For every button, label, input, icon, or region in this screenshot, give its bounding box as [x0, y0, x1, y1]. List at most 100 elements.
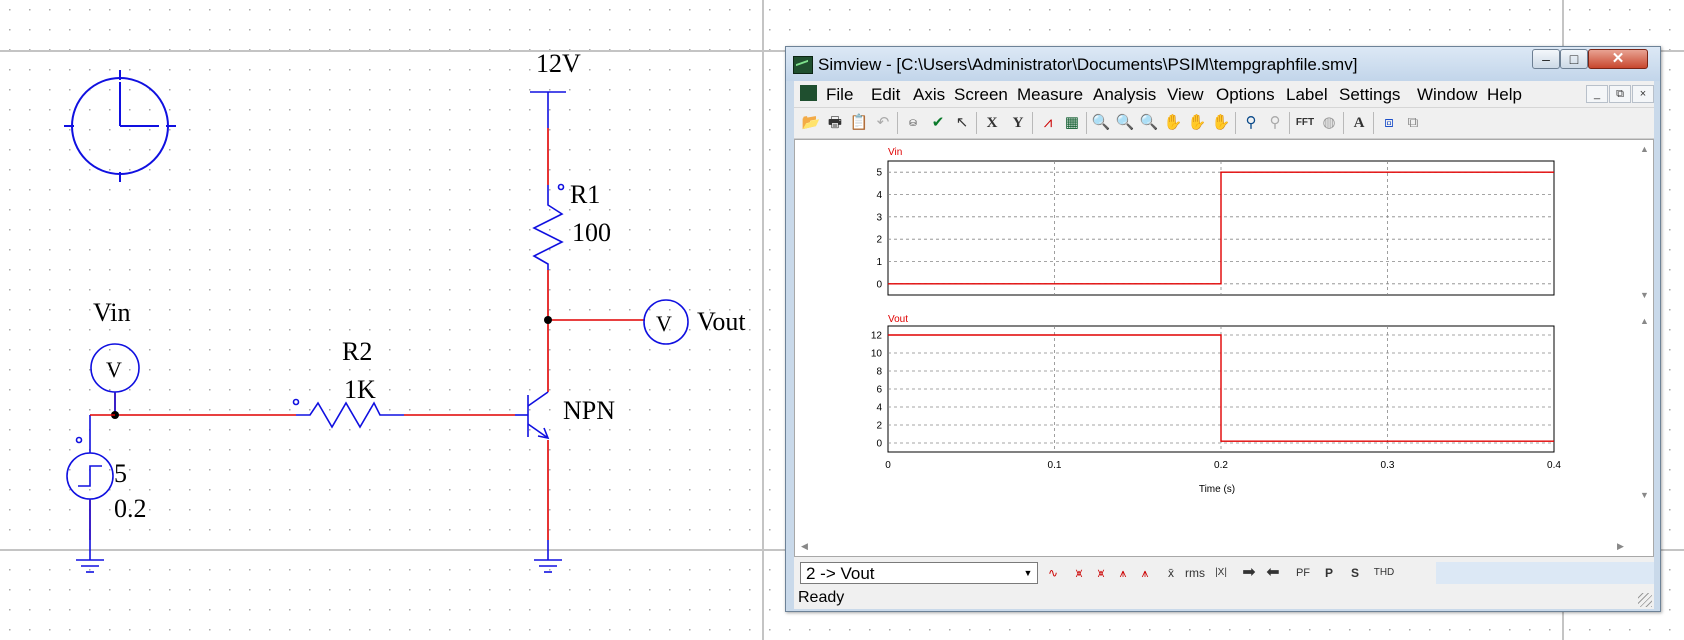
- max-icon[interactable]: ⩙: [1068, 562, 1090, 584]
- mdi-close-button[interactable]: ×: [1632, 85, 1654, 103]
- menu-measure[interactable]: Measure: [1017, 85, 1083, 105]
- undo-icon[interactable]: ↶: [872, 112, 894, 134]
- vcc-label: 12V: [536, 49, 581, 78]
- step-time: 0.2: [114, 494, 147, 523]
- text-icon[interactable]: A: [1348, 112, 1370, 134]
- average-button[interactable]: x̄: [1162, 562, 1180, 584]
- scroll-down-icon[interactable]: ▼: [1640, 290, 1649, 300]
- r2-name: R2: [342, 337, 372, 366]
- scroll-right-icon[interactable]: ▶: [1617, 541, 1624, 552]
- gauge-icon[interactable]: ◍: [1318, 112, 1340, 134]
- vout-label: Vout: [697, 307, 746, 336]
- toolbar-separator: [1343, 112, 1344, 134]
- p-button[interactable]: P: [1318, 562, 1340, 584]
- global-min-icon[interactable]: ⩚: [1134, 562, 1156, 584]
- print-icon[interactable]: 🖶: [824, 112, 846, 134]
- curve-select-value: 2 -> Vout: [806, 564, 875, 583]
- thd-button[interactable]: THD: [1370, 562, 1398, 584]
- toolbar-separator: [1086, 112, 1087, 134]
- menu-screen[interactable]: Screen: [954, 85, 1008, 105]
- menu-bar: File Edit Axis Screen Measure Analysis V…: [794, 81, 1654, 108]
- y-tick-label: 2: [876, 235, 882, 246]
- menu-options[interactable]: Options: [1216, 85, 1275, 105]
- check-icon[interactable]: ✔: [927, 112, 949, 134]
- title-bar[interactable]: Simview - [C:\Users\Administrator\Docume…: [786, 47, 1660, 81]
- arrow-left-icon[interactable]: ⬅: [1262, 562, 1284, 584]
- y-tick-label: 0: [876, 439, 882, 450]
- marker-icon[interactable]: ⚲: [1240, 112, 1262, 134]
- copy-icon[interactable]: ⧉: [1402, 112, 1424, 134]
- r2-value: 1K: [344, 375, 376, 404]
- minimize-button[interactable]: –: [1532, 49, 1560, 69]
- y-tick-label: 10: [871, 349, 883, 360]
- x-axis-icon[interactable]: X: [981, 112, 1003, 134]
- mdi-restore-button[interactable]: ⧉: [1609, 85, 1631, 103]
- horizontal-scrollbar[interactable]: ◀ ▶: [795, 538, 1635, 556]
- curve-select[interactable]: 2 -> Vout ▼: [800, 562, 1038, 584]
- global-max-icon[interactable]: ⩙: [1090, 562, 1112, 584]
- table-icon[interactable]: ▦: [1061, 112, 1083, 134]
- menu-view[interactable]: View: [1167, 85, 1204, 105]
- step-amplitude: 5: [114, 459, 127, 488]
- chevron-down-icon[interactable]: ▼: [1019, 563, 1037, 583]
- menu-axis[interactable]: Axis: [913, 85, 945, 105]
- s-button[interactable]: S: [1344, 562, 1366, 584]
- r1-value: 100: [572, 218, 611, 247]
- pan-icon[interactable]: ✋: [1162, 112, 1184, 134]
- zoom-icon[interactable]: 🔍: [1090, 112, 1112, 134]
- menu-settings[interactable]: Settings: [1339, 85, 1400, 105]
- fft-icon[interactable]: FFT: [1294, 112, 1316, 134]
- plot2-title: Vout: [888, 314, 908, 325]
- close-button[interactable]: ✕: [1588, 49, 1648, 69]
- junction-node: [544, 316, 552, 324]
- capture-icon[interactable]: ⧈: [1378, 112, 1400, 134]
- rms-button[interactable]: rms: [1182, 562, 1208, 584]
- scroll-up-icon[interactable]: ▲: [1640, 144, 1649, 154]
- pf-button[interactable]: PF: [1292, 562, 1314, 584]
- pan-h-icon[interactable]: ✋: [1186, 112, 1208, 134]
- vertical-scrollbar[interactable]: ▲ ▼ ▲ ▼: [1635, 140, 1653, 525]
- menu-window[interactable]: Window: [1417, 85, 1477, 105]
- maximize-icon: □: [1569, 51, 1579, 67]
- chart-icon[interactable]: ⩘: [1037, 112, 1059, 134]
- x-tick-label: 0.4: [1547, 460, 1561, 471]
- toolbar-separator: [1289, 112, 1290, 134]
- scroll-down-icon[interactable]: ▼: [1640, 490, 1649, 500]
- toolbar-separator: [976, 112, 977, 134]
- y-tick-label: 1: [876, 257, 882, 268]
- pointer-icon[interactable]: ↖: [951, 112, 973, 134]
- menu-label[interactable]: Label: [1286, 85, 1328, 105]
- wave-icon[interactable]: ∿: [1042, 562, 1064, 584]
- y-tick-label: 5: [876, 168, 882, 179]
- data-icon[interactable]: ⛁: [902, 112, 924, 134]
- plot-area[interactable]: Vin Vout 012345 0 2 4 6 8 10 12 0 0.1 0.2 0.3 0.4 T…: [794, 139, 1654, 557]
- menu-edit[interactable]: Edit: [871, 85, 900, 105]
- x-axis-title: Time (s): [1199, 484, 1235, 495]
- vin-label: Vin: [93, 298, 130, 327]
- clipboard-icon[interactable]: 📋: [848, 112, 870, 134]
- y-axis-icon[interactable]: Y: [1007, 112, 1029, 134]
- document-icon[interactable]: [800, 85, 817, 101]
- vin-plot[interactable]: 0 1 2 3 4 5: [876, 160, 1555, 296]
- measure-bar: 2 -> Vout ▼ ∿ ⩙ ⩙ ⩚ ⩚ x̄ rms |X| ➡ ⬅ PF …: [794, 557, 1654, 587]
- resize-grip-icon[interactable]: [1638, 593, 1652, 607]
- vout-plot[interactable]: 0 2 4 6 8 10 12 0 0.1 0.2 0.3 0.4: [871, 325, 1562, 471]
- zoom-in-icon[interactable]: 🔍: [1114, 112, 1136, 134]
- pan-v-icon[interactable]: ✋: [1210, 112, 1232, 134]
- simview-window[interactable]: Simview - [C:\Users\Administrator\Docume…: [785, 46, 1661, 612]
- menu-file[interactable]: File: [826, 85, 853, 105]
- scroll-up-icon[interactable]: ▲: [1640, 316, 1649, 326]
- marker-off-icon[interactable]: ⚲: [1264, 112, 1286, 134]
- mdi-minimize-button[interactable]: _: [1586, 85, 1608, 103]
- waveform-plots[interactable]: Vin Vout 012345 0246810120 0.1 0.2 0.3 0.4 T…: [795, 140, 1653, 556]
- maximize-button[interactable]: □: [1560, 49, 1588, 69]
- y-tick-label: 0: [876, 279, 882, 290]
- menu-analysis[interactable]: Analysis: [1093, 85, 1156, 105]
- open-icon[interactable]: 📂: [800, 112, 822, 134]
- abs-average-button[interactable]: |X|: [1210, 562, 1232, 584]
- zoom-out-icon[interactable]: 🔍: [1138, 112, 1160, 134]
- min-icon[interactable]: ⩚: [1112, 562, 1134, 584]
- arrow-right-icon[interactable]: ➡: [1238, 562, 1260, 584]
- menu-help[interactable]: Help: [1487, 85, 1522, 105]
- scroll-left-icon[interactable]: ◀: [801, 541, 808, 552]
